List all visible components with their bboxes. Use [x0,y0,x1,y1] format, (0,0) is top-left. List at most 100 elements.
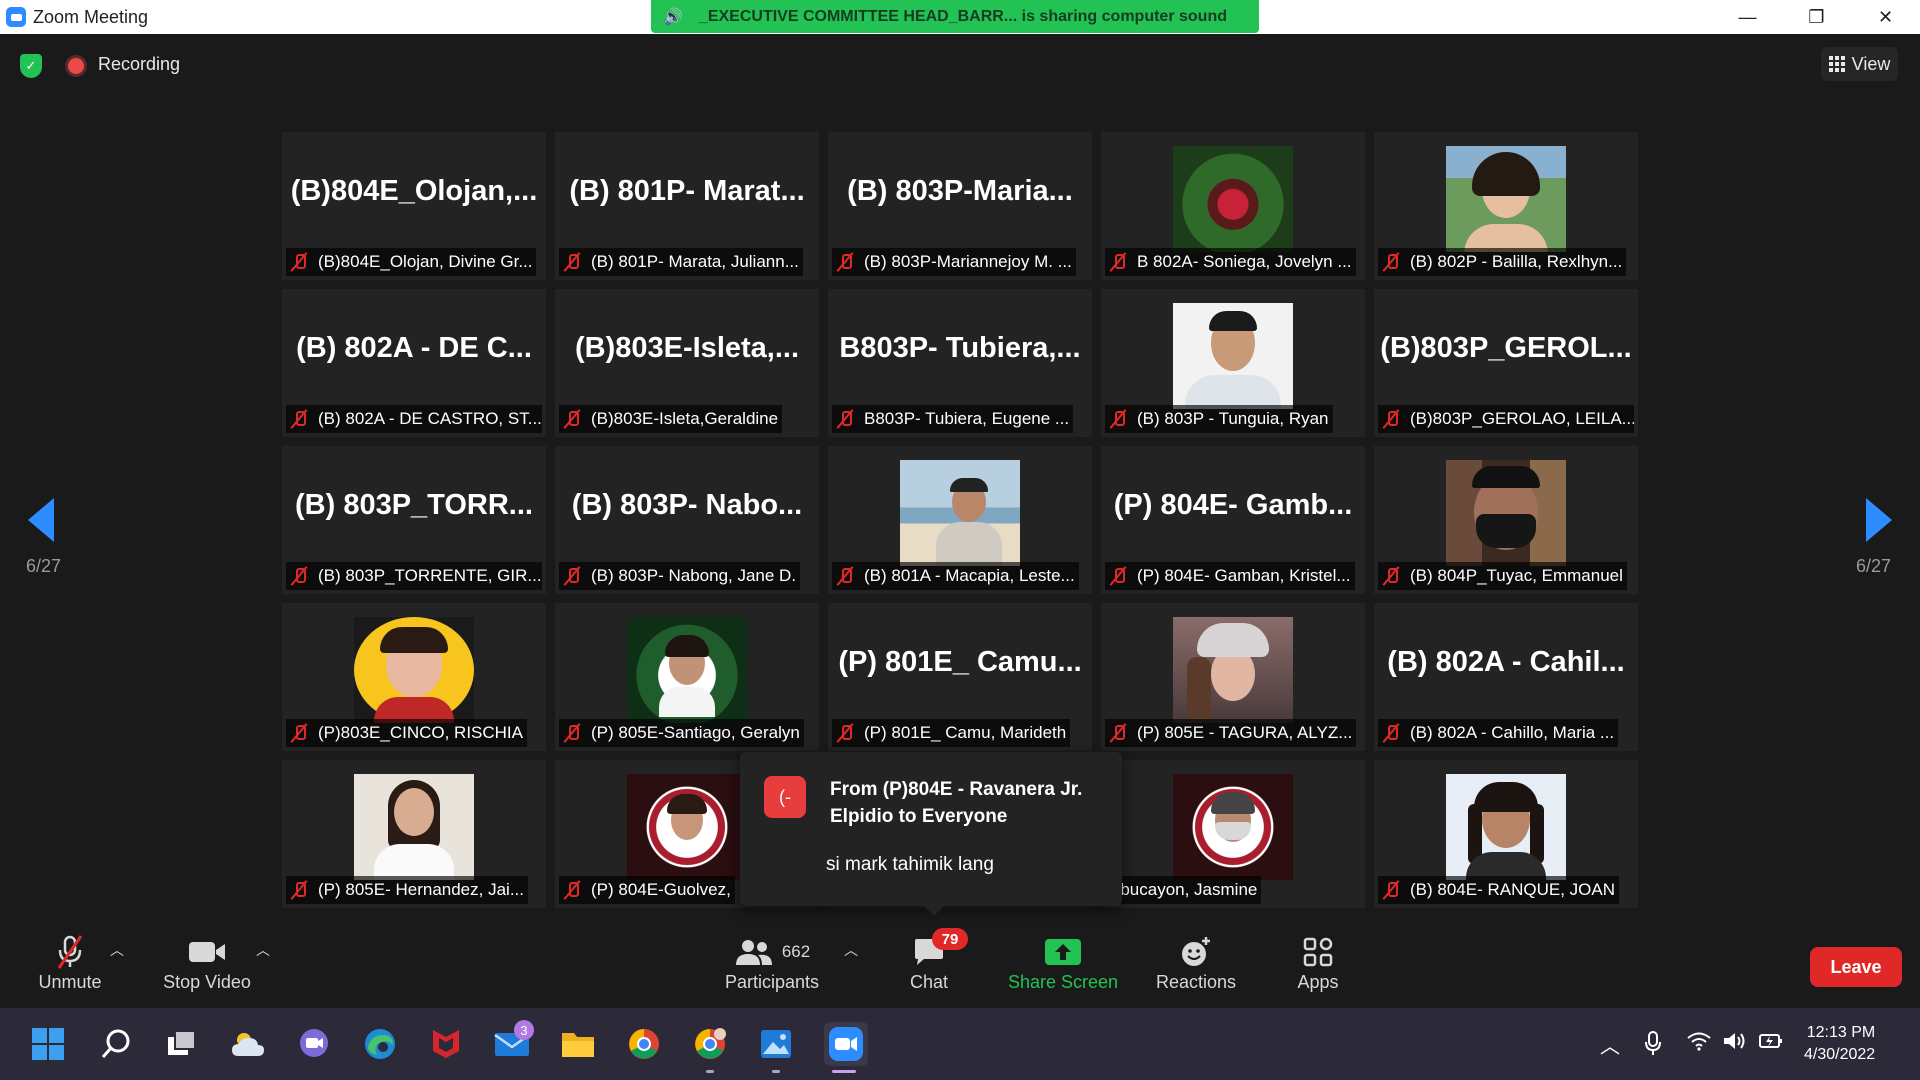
task-view-icon[interactable] [164,1026,200,1062]
battery-charging-icon[interactable] [1758,1030,1784,1058]
participant-tile[interactable]: (B) 801P- Marat... (B) 801P- Marata, Jul… [555,132,819,280]
profile-photo [1446,146,1566,252]
profile-photo [627,617,747,723]
participant-tile[interactable]: (B) 804E- RANQUE, JOAN [1374,760,1638,908]
participants-caret-icon[interactable]: ︿ [844,940,858,960]
mail-icon[interactable]: 3 [494,1020,534,1062]
window-controls: — ❐ ✕ [1713,0,1920,34]
microphone-in-use-icon[interactable] [1644,1030,1662,1062]
participant-tile[interactable]: B803P- Tubiera,... B803P- Tubiera, Eugen… [828,289,1092,437]
meeting-toolbar: Unmute ︿ Stop Video ︿ 662 Participants ︿… [0,922,1920,1008]
participant-tile[interactable]: (P) 805E - TAGURA, ALYZ... [1101,603,1365,751]
participant-name-label: (P) 805E- Hernandez, Jai... [286,876,528,904]
leave-button[interactable]: Leave [1810,947,1902,987]
participant-name: (B) 803P - Tunguia, Ryan [1137,409,1329,428]
view-label: View [1851,53,1891,74]
zoom-app-icon[interactable] [824,1022,868,1066]
share-screen-button[interactable]: Share Screen [1006,932,1120,1002]
view-button[interactable]: View [1821,47,1898,81]
chrome-profile-icon[interactable] [692,1026,728,1062]
participant-tile[interactable]: (B) 803P_TORR... (B) 803P_TORRENTE, GIR.… [282,446,546,594]
participant-tile[interactable]: (P) 805E-Santiago, Geralyn [555,603,819,751]
previous-page-arrow-icon[interactable] [28,498,54,542]
sharing-sound-text: _EXECUTIVE COMMITTEE HEAD_BARR... is sha… [698,7,1227,25]
participants-button[interactable]: 662 Participants [718,932,826,1002]
participant-tile[interactable]: (B) 803P - Tunguia, Ryan [1101,289,1365,437]
window-title: Zoom Meeting [33,6,149,27]
participant-tile[interactable]: (B)803E-Isleta,... (B)803E-Isleta,Gerald… [555,289,819,437]
running-indicator [706,1070,714,1073]
reactions-button[interactable]: Reactions [1152,932,1240,1002]
sharing-sound-banner[interactable]: 🔊 _EXECUTIVE COMMITTEE HEAD_BARR... is s… [651,0,1259,33]
participant-tile[interactable]: (B) 801A - Macapia, Leste... [828,446,1092,594]
participant-name: (B) 803P- Nabong, Jane D. [591,566,797,585]
participant-name: (B) 802A - Cahillo, Maria ... [1410,723,1615,742]
show-hidden-icons-chevron-icon[interactable]: ︿ [1600,1030,1620,1059]
minimize-button[interactable]: — [1713,0,1782,34]
apps-button[interactable]: Apps [1292,932,1344,1002]
participant-name-label: (B) 803P- Nabong, Jane D. [559,562,801,590]
grid-view-icon [1828,56,1845,72]
participant-tile[interactable]: (B) 803P-Maria... (B) 803P-Mariannejoy M… [828,132,1092,280]
mcafee-icon[interactable] [428,1026,464,1062]
wifi-icon[interactable] [1686,1030,1712,1058]
participant-tile[interactable]: (B) 803P- Nabo... (B) 803P- Nabong, Jane… [555,446,819,594]
video-options-caret-icon[interactable]: ︿ [256,940,270,960]
participants-count: 662 [781,942,811,961]
close-button[interactable]: ✕ [1851,0,1920,34]
participant-tile[interactable]: (B) 802A - DE C... (B) 802A - DE CASTRO,… [282,289,546,437]
participant-name: (B) 802P - Balilla, Rexlhyn... [1410,252,1623,271]
participant-tile[interactable]: (P) 804E- Gamb... (P) 804E- Gamban, Kris… [1101,446,1365,594]
clock-date: 4/30/2022 [1804,1046,1876,1063]
recording-label[interactable]: Recording [98,54,180,75]
unmute-button[interactable]: Unmute [30,932,110,1002]
stop-video-label: Stop Video [163,972,251,992]
mic-muted-icon [53,932,87,972]
mic-muted-icon [290,880,308,900]
file-explorer-icon[interactable] [560,1026,596,1062]
participant-name-label: B803P- Tubiera, Eugene ... [832,405,1074,433]
participant-name-label: (B) 803P - Tunguia, Ryan [1105,405,1333,433]
chat-notification-popup[interactable]: (- From (P)804E - Ravanera Jr. Elpidio t… [740,752,1122,916]
participant-tile[interactable]: (B) 802A - Cahil... (B) 802A - Cahillo, … [1374,603,1638,751]
audio-options-caret-icon[interactable]: ︿ [110,940,124,960]
participant-name: B 802A- Soniega, Jovelyn ... [1137,252,1352,271]
participant-tile[interactable]: (B)803P_GEROL... (B)803P_GEROLAO, LEILA.… [1374,289,1638,437]
mic-muted-icon [1109,409,1127,429]
photos-icon[interactable] [758,1026,794,1062]
participant-tile[interactable]: (B) 804P_Tuyac, Emmanuel [1374,446,1638,594]
shield-icon[interactable]: ✓ [20,54,42,78]
participant-tile[interactable]: (B) 802P - Balilla, Rexlhyn... [1374,132,1638,280]
weather-cloud-icon[interactable] [230,1026,266,1062]
stop-video-button[interactable]: Stop Video [160,932,254,1002]
search-icon[interactable] [98,1026,134,1062]
participant-tile[interactable]: (P) 801E_ Camu... (P) 801E_ Camu, Maride… [828,603,1092,751]
teams-chat-icon[interactable] [296,1026,332,1062]
participant-name: (P) 805E-Santiago, Geralyn [591,723,800,742]
participant-tile[interactable]: (B)804E_Olojan,... (B)804E_Olojan, Divin… [282,132,546,280]
speaker-icon: 🔊 [663,8,683,26]
participant-tile[interactable]: Abucayon, Jasmine [1101,760,1365,908]
participant-name-label: (P)803E_CINCO, RISCHIA [286,719,527,747]
zoom-logo-icon [6,7,26,27]
chat-label: Chat [909,972,949,992]
next-page-arrow-icon[interactable] [1866,498,1892,542]
windows-start-icon[interactable] [30,1026,66,1062]
participant-name-label: (P) 804E- Gamban, Kristel... [1105,562,1355,590]
mic-muted-icon [836,723,854,743]
participant-tile[interactable]: (P)803E_CINCO, RISCHIA [282,603,546,751]
participant-name: (B)803P_GEROLAO, LEILA... [1410,409,1634,428]
volume-icon[interactable] [1722,1030,1748,1058]
edge-browser-icon[interactable] [362,1026,398,1062]
participant-name-label: (B) 802A - Cahillo, Maria ... [1378,719,1619,747]
page-indicator-left: 6/27 [26,556,62,576]
participant-name: (P) 801E_ Camu, Marideth [864,723,1067,742]
reactions-smiley-icon [1179,932,1213,972]
participant-tile[interactable]: B 802A- Soniega, Jovelyn ... [1101,132,1365,280]
system-clock[interactable]: 12:13 PM 4/30/2022 [1804,1022,1875,1066]
chat-button[interactable]: 79 Chat [900,928,968,1002]
active-indicator [832,1070,856,1073]
chrome-icon[interactable] [626,1026,662,1062]
restore-button[interactable]: ❐ [1782,0,1851,34]
participant-tile[interactable]: (P) 805E- Hernandez, Jai... [282,760,546,908]
